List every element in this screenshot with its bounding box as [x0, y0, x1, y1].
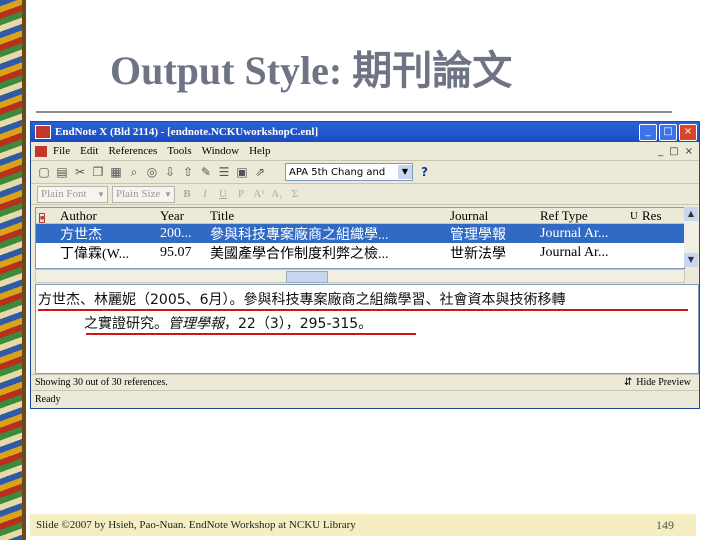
citation-volume-pages: ，22（3），295-315。 [224, 316, 373, 332]
output-style-value: APA 5th Chang and [289, 166, 386, 178]
image-icon[interactable]: ▣ [235, 165, 249, 179]
title-divider [36, 111, 672, 113]
chevron-down-icon[interactable]: ▼ [398, 165, 412, 179]
cell-title: 美國產學合作制度利弊之檢... [210, 246, 389, 262]
column-journal[interactable]: Journal [450, 208, 540, 224]
cell-journal: 世新法學 [450, 246, 506, 262]
window-title: EndNote X (Bld 2114) - [endnote.NCKUwork… [55, 126, 319, 138]
menu-references[interactable]: References [108, 145, 157, 157]
new-icon[interactable]: ▢ [37, 165, 51, 179]
insert-citation-icon[interactable]: ✎ [199, 165, 213, 179]
italic-button[interactable]: I [197, 188, 213, 200]
slide-footer: Slide ©2007 by Hsieh, Pao-Nuan. EndNote … [30, 514, 696, 536]
ready-status: Ready [35, 393, 61, 405]
underline-mark [38, 309, 688, 311]
font-select[interactable]: Plain Font ▼ [37, 185, 108, 203]
vertical-scrollbar[interactable]: ▲ ▼ [684, 207, 698, 267]
cell-year: 200... [160, 225, 192, 241]
cut-icon[interactable]: ✂ [73, 165, 87, 179]
column-year[interactable]: Year [160, 208, 210, 224]
export-icon[interactable]: ⇧ [181, 165, 195, 179]
cell-journal: 管理學報 [450, 227, 506, 243]
find-icon[interactable]: ⌕ [127, 165, 141, 179]
column-ref-type[interactable]: Ref Type [540, 208, 630, 224]
help-button[interactable]: ? [421, 165, 428, 179]
doc-restore-icon[interactable]: □ [669, 146, 678, 157]
page-number: 149 [656, 517, 674, 532]
menu-file[interactable]: File [53, 145, 70, 157]
footer-text: Slide ©2007 by Hsieh, Pao-Nuan. EndNote … [36, 519, 356, 531]
attachment-icon: ■ [39, 212, 46, 223]
output-style-select[interactable]: APA 5th Chang and ▼ [285, 163, 413, 181]
document-icon [35, 145, 47, 157]
doc-minimize-icon[interactable]: _ [658, 146, 663, 157]
open-link-icon[interactable]: ⇗ [253, 165, 267, 179]
reference-list: ■ Author Year Title Journal Ref Type U R… [35, 207, 685, 269]
cell-year: 95.07 [160, 244, 192, 260]
preview-toggle-icon: ⇵ [623, 376, 633, 388]
citation-journal: 管理學報 [168, 316, 224, 332]
menu-window[interactable]: Window [202, 145, 239, 157]
bold-button[interactable]: B [179, 188, 195, 200]
citation-line-2: 之實證研究。管理學報，22（3），295-315。 [84, 313, 372, 333]
column-author[interactable]: Author [52, 208, 160, 224]
open-icon[interactable]: ▤ [55, 165, 69, 179]
maximize-button[interactable]: □ [659, 123, 677, 141]
copy-icon[interactable]: ❐ [91, 165, 105, 179]
table-row[interactable]: 丁偉霖(W... 95.07 美國產學合作制度利弊之檢... 世新法學 Jour… [36, 243, 684, 262]
citation-text: 之實證研究。 [84, 316, 168, 332]
ready-bar: Ready [31, 390, 699, 407]
window-titlebar[interactable]: EndNote X (Bld 2114) - [endnote.NCKUwork… [31, 122, 699, 142]
toolbar: ▢ ▤ ✂ ❐ ▦ ⌕ ◎ ⇩ ⇧ ✎ ☰ ▣ ⇗ APA 5th Chang … [31, 161, 699, 184]
status-bar: Showing 30 out of 30 references. ⇵ Hide … [31, 374, 699, 389]
hide-preview-button[interactable]: ⇵ Hide Preview [624, 377, 691, 388]
horizontal-scrollbar[interactable] [35, 269, 685, 283]
column-research[interactable]: Res [642, 208, 672, 224]
menu-edit[interactable]: Edit [80, 145, 98, 157]
endnote-window: EndNote X (Bld 2114) - [endnote.NCKUwork… [30, 121, 700, 409]
scroll-thumb[interactable] [286, 271, 328, 283]
symbol-button[interactable]: Σ [287, 188, 303, 200]
hide-preview-label: Hide Preview [636, 376, 691, 388]
reference-list-header: ■ Author Year Title Journal Ref Type U R… [36, 208, 684, 224]
plain-button[interactable]: P [233, 188, 249, 200]
close-button[interactable]: × [679, 123, 697, 141]
doc-close-icon[interactable]: × [685, 146, 693, 157]
chevron-down-icon[interactable]: ▼ [162, 190, 174, 199]
menubar: File Edit References Tools Window Help _… [31, 142, 699, 161]
size-select-value: Plain Size [116, 188, 161, 200]
import-icon[interactable]: ⇩ [163, 165, 177, 179]
menu-tools[interactable]: Tools [167, 145, 191, 157]
format-bibliography-icon[interactable]: ☰ [217, 165, 231, 179]
column-url[interactable]: U [630, 210, 642, 222]
size-select[interactable]: Plain Size ▼ [112, 185, 175, 203]
scroll-up-icon[interactable]: ▲ [684, 207, 698, 221]
table-row[interactable]: 方世杰 200... 參與科技專案廠商之組織學... 管理學報 Journal … [36, 224, 684, 243]
underline-mark [86, 333, 416, 335]
citation-line-1: 方世杰、林麗妮（2005、6月）。參與科技專案廠商之組織學習、社會資本與技術移轉 [38, 292, 566, 308]
paste-icon[interactable]: ▦ [109, 165, 123, 179]
column-title[interactable]: Title [210, 208, 450, 224]
cell-title: 參與科技專案廠商之組織學... [210, 227, 389, 243]
decorative-stripe-edge [22, 0, 26, 540]
subscript-button[interactable]: A₁ [269, 188, 285, 200]
slide-title: Output Style: 期刊論文 [110, 48, 513, 93]
endnote-app-icon [35, 125, 51, 139]
superscript-button[interactable]: A¹ [251, 188, 267, 200]
menu-help[interactable]: Help [249, 145, 270, 157]
underline-button[interactable]: U [215, 188, 231, 200]
cell-author: 丁偉霖(W... [60, 246, 130, 262]
chevron-down-icon[interactable]: ▼ [95, 190, 107, 199]
search-online-icon[interactable]: ◎ [145, 165, 159, 179]
scroll-down-icon[interactable]: ▼ [684, 253, 698, 267]
cell-author: 方世杰 [60, 227, 102, 243]
reference-count: Showing 30 out of 30 references. [35, 376, 168, 388]
cell-ref-type: Journal Ar... [540, 225, 609, 241]
minimize-button[interactable]: _ [639, 123, 657, 141]
font-toolbar: Plain Font ▼ Plain Size ▼ B I U P A¹ A₁ … [31, 184, 699, 205]
cell-ref-type: Journal Ar... [540, 244, 609, 260]
font-select-value: Plain Font [41, 188, 87, 200]
preview-pane: 方世杰、林麗妮（2005、6月）。參與科技專案廠商之組織學習、社會資本與技術移轉… [35, 284, 699, 374]
